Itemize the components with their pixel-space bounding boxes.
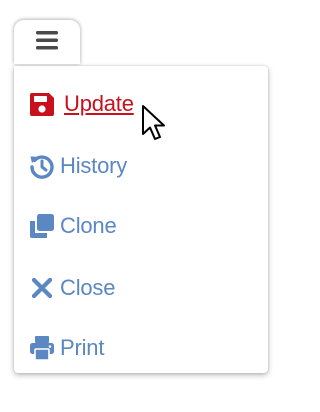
mouse-cursor-icon	[140, 104, 170, 144]
menu-item-label: History	[60, 153, 128, 178]
menu-item-label: Update	[64, 91, 134, 116]
menu-item-print[interactable]: Print	[14, 328, 268, 368]
close-icon	[28, 274, 56, 302]
hamburger-icon	[36, 30, 58, 50]
menu-item-clone[interactable]: Clone	[14, 206, 268, 246]
menu-item-close[interactable]: Close	[14, 268, 268, 308]
page: Update History Clone Close Print	[0, 0, 304, 412]
clone-icon	[28, 212, 56, 240]
menu-item-label: Close	[60, 275, 116, 300]
menu-item-history[interactable]: History	[14, 146, 268, 186]
save-icon	[28, 90, 56, 118]
print-icon	[28, 334, 56, 362]
history-icon	[28, 152, 56, 180]
menu-item-label: Clone	[60, 213, 117, 238]
menu-item-label: Print	[60, 335, 105, 360]
menu-toggle-button[interactable]	[14, 20, 80, 64]
